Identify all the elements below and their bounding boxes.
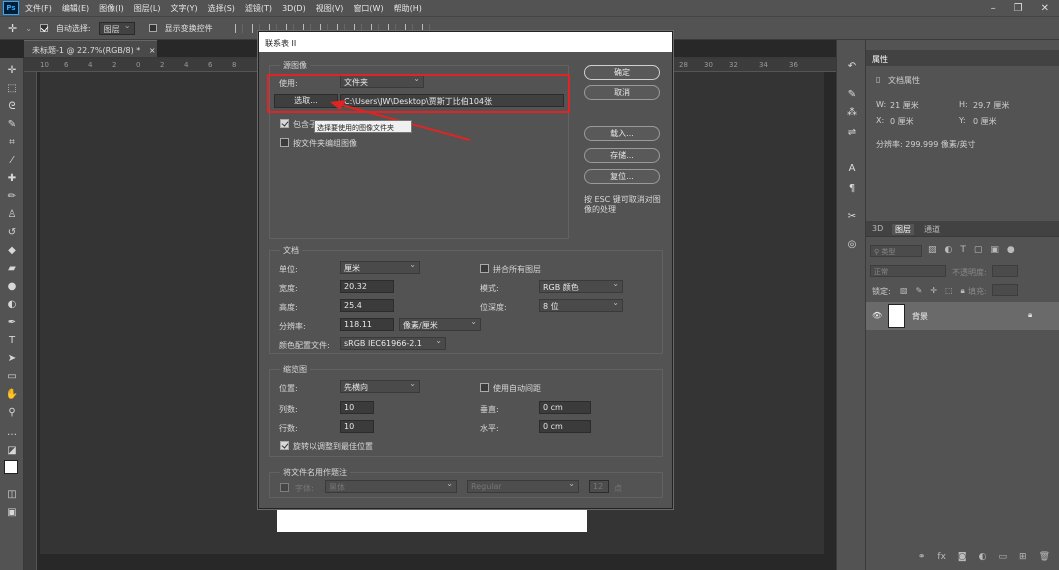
annotation-arrow (330, 100, 471, 141)
tooltip: 选择要使用的图像文件夹 (314, 120, 412, 133)
